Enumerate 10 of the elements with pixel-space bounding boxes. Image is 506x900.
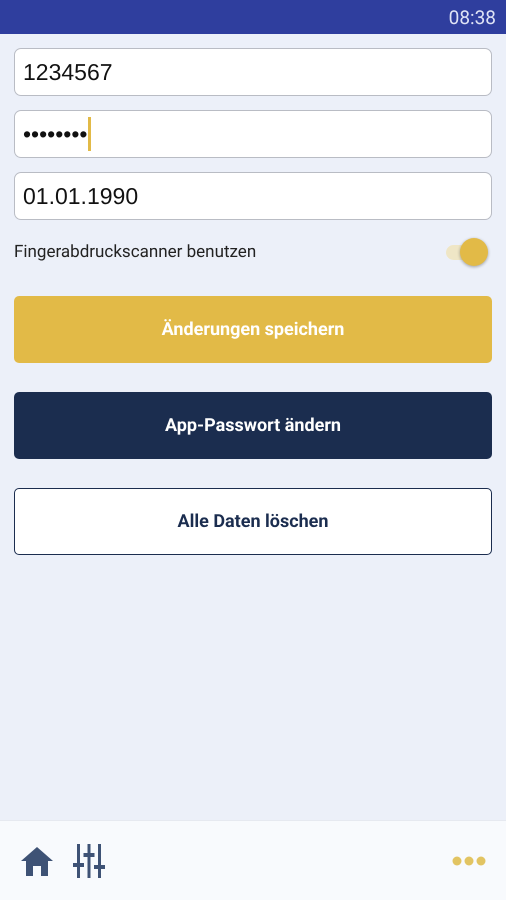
input-field[interactable]: 1234567 <box>14 48 492 96</box>
sliders-icon[interactable] <box>72 844 106 878</box>
home-icon[interactable] <box>20 846 54 876</box>
input-field[interactable]: 01.01.1990 <box>14 172 492 220</box>
delete-data-button[interactable]: Alle Daten löschen <box>14 488 492 555</box>
fingerprint-label: Fingerabdruckscanner benutzen <box>14 242 256 262</box>
fingerprint-toggle[interactable] <box>444 238 488 266</box>
input-field[interactable]: •••••••• <box>14 110 492 158</box>
clock: 08:38 <box>448 6 496 28</box>
change-password-button[interactable]: App-Passwort ändern <box>14 392 492 459</box>
